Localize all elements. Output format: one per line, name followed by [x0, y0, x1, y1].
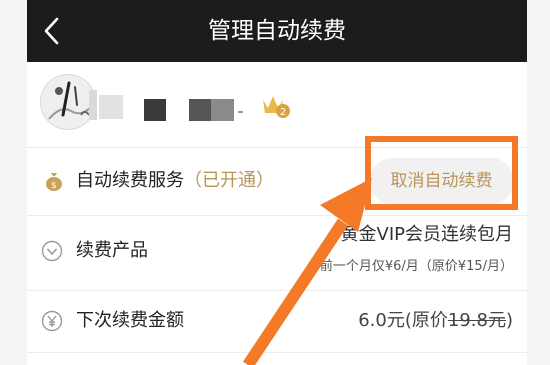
- divider: [27, 215, 527, 216]
- masked-username: [211, 99, 234, 121]
- annotation-highlight-box: [365, 136, 518, 210]
- chevron-down-circle-icon: [41, 240, 63, 262]
- divider: [27, 352, 527, 353]
- next-renewal-amount: 6.0元(原价19.8元): [358, 309, 513, 333]
- product-price-note: 前一个月仅¥6/月（原价¥15/月）: [319, 259, 513, 274]
- account-info: 2: [27, 62, 527, 147]
- yen-circle-icon: [41, 310, 63, 332]
- page-title: 管理自动续费: [208, 18, 346, 44]
- money-bag-icon: $: [46, 173, 62, 191]
- service-label: 自动续费服务（已开通）: [76, 169, 274, 193]
- renewal-original-price: 19.8元: [447, 310, 506, 331]
- navigation-bar: 管理自动续费: [27, 0, 527, 62]
- masked-username: [189, 99, 211, 121]
- svg-text:$: $: [51, 181, 57, 191]
- service-label-text: 自动续费服务: [76, 170, 184, 191]
- masked-username: [99, 95, 123, 119]
- next-renewal-label: 下次续费金额: [76, 310, 184, 331]
- masked-username: [89, 90, 97, 120]
- divider: [27, 290, 527, 291]
- product-label: 续费产品: [76, 240, 148, 261]
- renewal-amount-text: 6.0元(原价: [358, 310, 448, 331]
- avatar: [40, 74, 96, 130]
- separator-dash: [238, 111, 243, 113]
- ink-painting-icon: [41, 75, 95, 129]
- product-name: 黄金VIP会员连续包月: [340, 224, 513, 245]
- service-status: （已开通）: [184, 170, 274, 191]
- crown-vip-badge-icon: 2: [263, 96, 290, 118]
- renewal-amount-close: ): [505, 310, 513, 331]
- masked-username: [144, 99, 166, 121]
- svg-text:2: 2: [280, 107, 286, 118]
